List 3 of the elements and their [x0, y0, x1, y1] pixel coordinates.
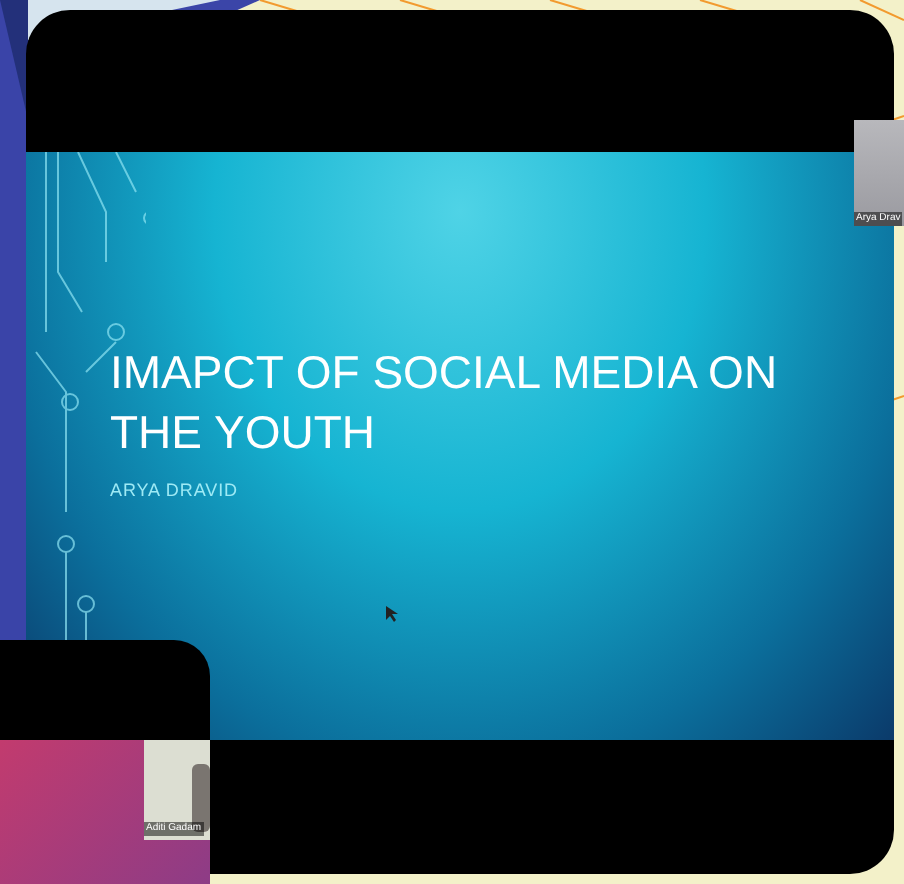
slide-title: IMAPCT OF SOCIAL MEDIA ON THE YOUTH [110, 344, 780, 462]
cursor-icon [386, 606, 398, 622]
slide-subtitle: ARYA DRAVID [110, 478, 240, 504]
